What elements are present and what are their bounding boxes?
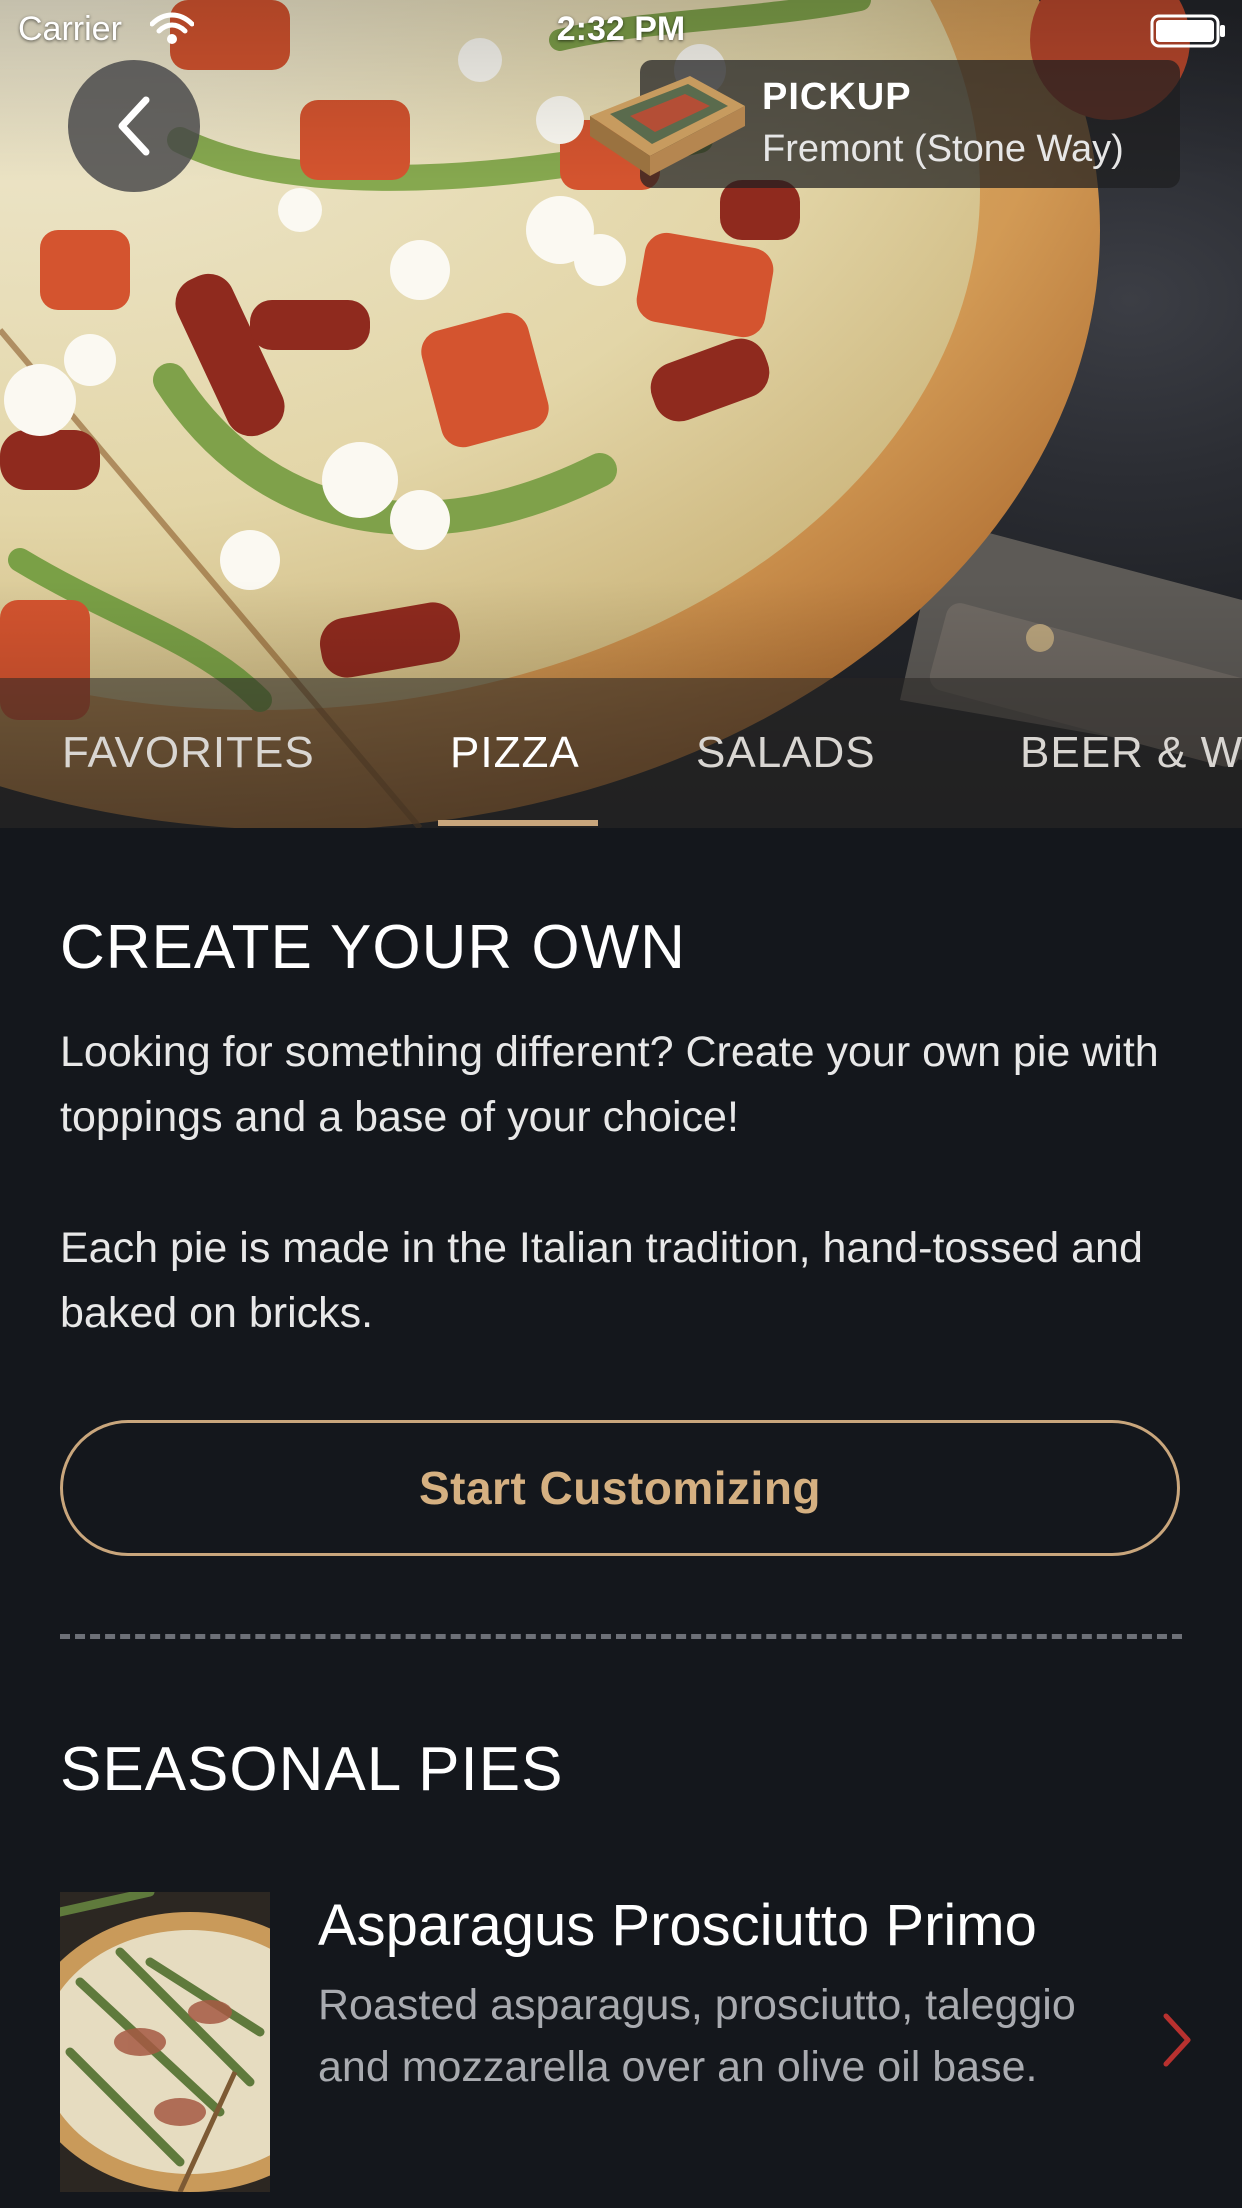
seasonal-pies-title: SEASONAL PIES bbox=[60, 1735, 564, 1804]
hero-image: Carrier 2:32 PM PICKUP Fremont (Stone Wa… bbox=[0, 0, 1242, 828]
active-tab-indicator bbox=[438, 820, 598, 826]
section-divider bbox=[60, 1634, 1182, 1639]
menu-item-asparagus-prosciutto-primo[interactable]: Asparagus Prosciutto Primo Roasted aspar… bbox=[0, 1892, 1242, 2208]
chevron-left-icon bbox=[118, 96, 150, 156]
create-your-own-title: CREATE YOUR OWN bbox=[60, 913, 686, 982]
pizza-box-icon bbox=[580, 66, 750, 191]
start-customizing-button[interactable]: Start Customizing bbox=[60, 1420, 1180, 1556]
pickup-location: Fremont (Stone Way) bbox=[762, 128, 1124, 170]
tab-salads[interactable]: SALADS bbox=[696, 728, 876, 778]
back-button[interactable] bbox=[68, 60, 200, 192]
chevron-right-icon[interactable] bbox=[1160, 2010, 1194, 2075]
tab-favorites[interactable]: FAVORITES bbox=[62, 728, 315, 778]
create-your-own-intro: Looking for something different? Create … bbox=[60, 1028, 1159, 1141]
create-your-own-tradition: Each pie is made in the Italian traditio… bbox=[60, 1224, 1143, 1337]
battery-icon bbox=[1150, 14, 1228, 57]
pickup-label: PICKUP bbox=[762, 76, 912, 118]
menu-item-name: Asparagus Prosciutto Primo bbox=[318, 1893, 1037, 1958]
menu-item-description: Roasted asparagus, prosciutto, taleggio … bbox=[318, 1981, 1076, 2091]
status-bar: Carrier 2:32 PM bbox=[0, 0, 1242, 60]
start-customizing-label: Start Customizing bbox=[418, 1462, 822, 1514]
status-time: 2:32 PM bbox=[556, 10, 686, 48]
tab-pizza[interactable]: PIZZA bbox=[450, 728, 580, 778]
category-tabs: FAVORITES PIZZA SALADS BEER & WINE bbox=[0, 678, 1242, 828]
tab-beer-and-wine[interactable]: BEER & WINE bbox=[1020, 728, 1242, 778]
menu-item-thumbnail bbox=[60, 1892, 270, 2192]
